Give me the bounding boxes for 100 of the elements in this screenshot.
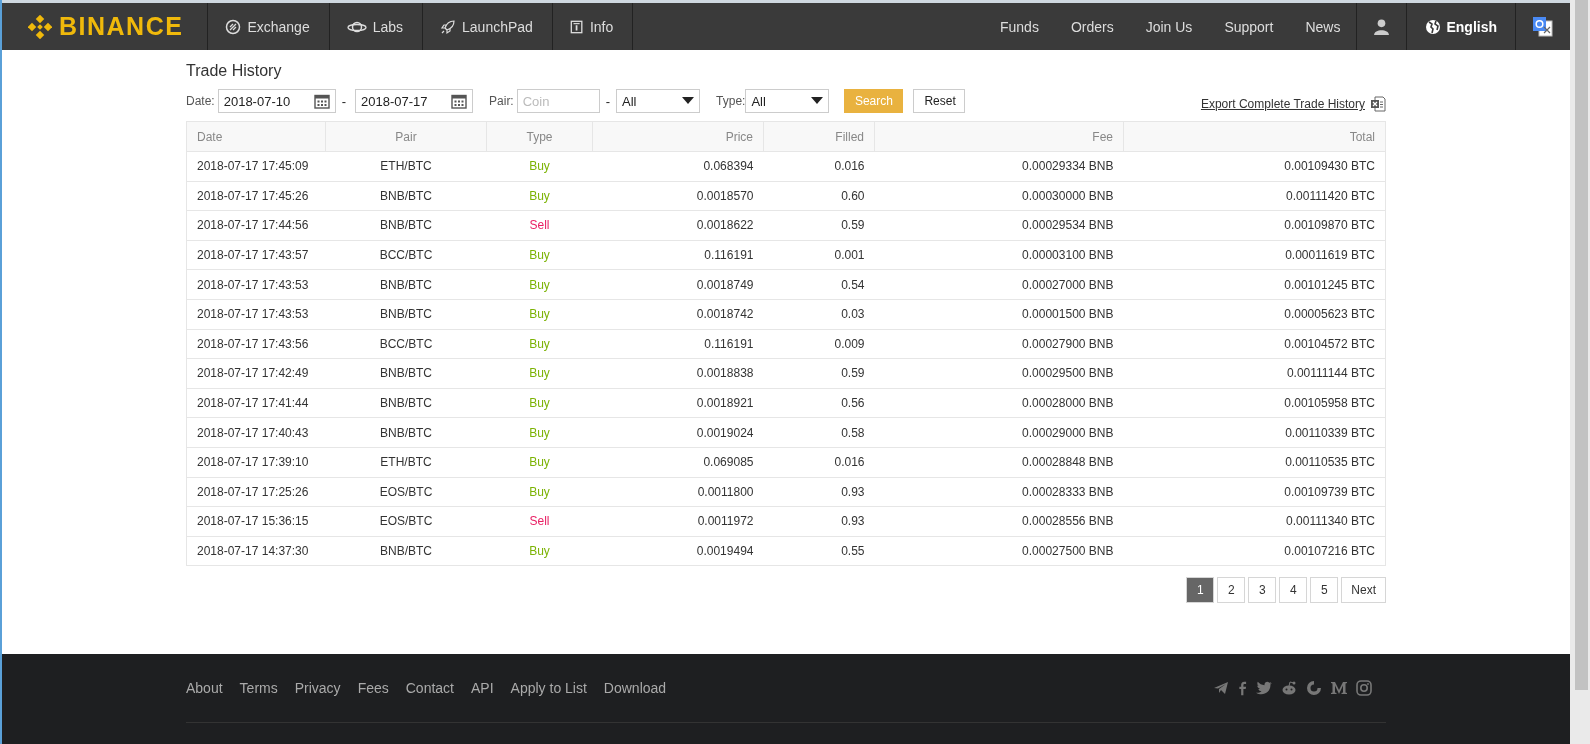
table-cell: Buy bbox=[486, 477, 593, 507]
date-from-field[interactable]: 2018-07-10 bbox=[217, 89, 336, 113]
table-cell: 0.00104572 BTC bbox=[1123, 329, 1386, 359]
table-cell: 0.00030000 BNB bbox=[874, 181, 1124, 211]
table-cell: 0.00029000 BNB bbox=[874, 417, 1124, 448]
footer-link[interactable]: Download bbox=[603, 680, 667, 696]
nav-link[interactable]: Labs bbox=[329, 3, 424, 50]
export-link[interactable]: Export Complete Trade History bbox=[1200, 97, 1365, 111]
table-cell: 0.00107216 BTC bbox=[1123, 536, 1386, 566]
footer-link[interactable]: Apply to List bbox=[510, 680, 587, 696]
table-cell: 0.00011619 BTC bbox=[1123, 240, 1386, 270]
table-cell: BNB/BTC bbox=[325, 417, 487, 448]
footer-link[interactable]: API bbox=[471, 680, 494, 696]
page-button[interactable]: 5 bbox=[1310, 577, 1339, 604]
page-button[interactable]: 4 bbox=[1279, 577, 1308, 604]
calendar-icon bbox=[313, 93, 330, 109]
nav-link[interactable]: News bbox=[1289, 3, 1357, 50]
calendar-icon bbox=[451, 93, 468, 109]
table-cell: 0.00109430 BTC bbox=[1123, 151, 1386, 182]
nav-link[interactable]: Support bbox=[1208, 3, 1290, 50]
table-cell: 0.00027900 BNB bbox=[874, 329, 1124, 359]
table-cell: 0.00028848 BNB bbox=[874, 447, 1124, 478]
table-cell: 0.93 bbox=[763, 506, 875, 537]
page-button[interactable]: 1 bbox=[1186, 577, 1215, 604]
diamond-logo-icon bbox=[28, 14, 52, 39]
table-cell: 0.0018838 bbox=[592, 358, 764, 389]
table-cell: 0.116191 bbox=[592, 329, 764, 359]
footer-link[interactable]: Fees bbox=[357, 680, 389, 696]
circular-logo-icon[interactable] bbox=[1306, 680, 1322, 696]
table-cell: 0.93 bbox=[763, 477, 875, 507]
table-cell: BNB/BTC bbox=[325, 269, 487, 300]
table-cell: BCC/BTC bbox=[325, 329, 487, 359]
table-cell: 2018-07-17 17:43:53 bbox=[186, 269, 326, 300]
footer-link[interactable]: About bbox=[186, 680, 223, 696]
table-cell: 0.00029534 BNB bbox=[874, 210, 1124, 241]
date-label: Date: bbox=[186, 94, 215, 108]
table-cell: 0.59 bbox=[763, 210, 875, 241]
table-cell: BNB/BTC bbox=[325, 210, 487, 241]
table-cell: BCC/BTC bbox=[325, 240, 487, 270]
quote-dropdown[interactable]: All bbox=[616, 89, 701, 113]
instagram-icon[interactable] bbox=[1356, 680, 1372, 696]
scrollbar[interactable] bbox=[1570, 0, 1590, 744]
table-cell: 2018-07-17 17:39:10 bbox=[186, 447, 326, 478]
table-cell: Buy bbox=[486, 269, 593, 300]
table-cell: 0.0018570 bbox=[592, 181, 764, 211]
table-cell: 0.0018921 bbox=[592, 388, 764, 418]
table-cell: 2018-07-17 17:40:43 bbox=[186, 417, 326, 448]
table-cell: 0.016 bbox=[763, 151, 875, 182]
table-cell: 0.016 bbox=[763, 447, 875, 478]
facebook-icon[interactable] bbox=[1238, 680, 1247, 696]
nav-link[interactable]: Funds bbox=[983, 3, 1055, 50]
reset-button[interactable]: Reset bbox=[913, 89, 966, 113]
nav-link[interactable]: Exchange bbox=[208, 3, 330, 50]
nav-link[interactable]: Join Us bbox=[1129, 3, 1209, 50]
table-cell: Buy bbox=[486, 240, 593, 270]
table-cell: 0.0019494 bbox=[592, 536, 764, 566]
table-cell: EOS/BTC bbox=[325, 506, 487, 537]
table-cell: 0.55 bbox=[763, 536, 875, 566]
nav-link[interactable]: Orders bbox=[1054, 3, 1130, 50]
nav-link[interactable]: LaunchPad bbox=[423, 3, 553, 50]
table-cell: 0.00029500 BNB bbox=[874, 358, 1124, 389]
twitter-icon[interactable] bbox=[1256, 681, 1272, 695]
table-cell: 0.068394 bbox=[592, 151, 764, 182]
table-cell: 0.00110339 BTC bbox=[1123, 417, 1386, 448]
page-button[interactable]: 2 bbox=[1217, 577, 1246, 604]
table-cell: BNB/BTC bbox=[325, 181, 487, 211]
page-button[interactable]: 3 bbox=[1248, 577, 1277, 604]
footer-link[interactable]: Privacy bbox=[294, 680, 341, 696]
reddit-icon[interactable] bbox=[1281, 680, 1297, 696]
footer-link[interactable]: Contact bbox=[405, 680, 454, 696]
type-dropdown[interactable]: All bbox=[745, 89, 830, 113]
table-cell: 0.0019024 bbox=[592, 417, 764, 448]
table-cell: 0.00003100 BNB bbox=[874, 240, 1124, 270]
column-header: Type bbox=[486, 121, 593, 152]
table-cell: 0.58 bbox=[763, 417, 875, 448]
pair-separator: - bbox=[605, 93, 611, 109]
table-cell: 0.00028333 BNB bbox=[874, 477, 1124, 507]
medium-icon[interactable] bbox=[1331, 681, 1347, 695]
footer-link[interactable]: Terms bbox=[239, 680, 278, 696]
table-cell: Buy bbox=[486, 358, 593, 389]
paper-plane-icon[interactable] bbox=[1213, 680, 1229, 696]
table-cell: 2018-07-17 15:36:15 bbox=[186, 506, 326, 537]
rocket-icon bbox=[440, 18, 457, 35]
spreadsheet-file-icon[interactable] bbox=[1370, 96, 1386, 112]
logo[interactable]: BINANCE bbox=[2, 3, 209, 50]
column-header: Price bbox=[592, 121, 764, 152]
nav-link[interactable]: Info bbox=[552, 3, 634, 50]
table-cell: Buy bbox=[486, 388, 593, 418]
table-cell: 0.00110535 BTC bbox=[1123, 447, 1386, 478]
table-cell: ETH/BTC bbox=[325, 151, 487, 182]
table-cell: 0.001 bbox=[763, 240, 875, 270]
table-cell: 0.54 bbox=[763, 269, 875, 300]
table-cell: 0.00101245 BTC bbox=[1123, 269, 1386, 300]
coin-input-field[interactable]: Coin bbox=[516, 89, 600, 113]
table-cell: 2018-07-17 17:45:09 bbox=[186, 151, 326, 182]
language-button[interactable]: English bbox=[1406, 3, 1515, 50]
page-button[interactable]: Next bbox=[1341, 577, 1386, 604]
date-to-field[interactable]: 2018-07-17 bbox=[355, 89, 474, 113]
column-header: Filled bbox=[763, 121, 875, 152]
table-cell: Buy bbox=[486, 299, 593, 330]
